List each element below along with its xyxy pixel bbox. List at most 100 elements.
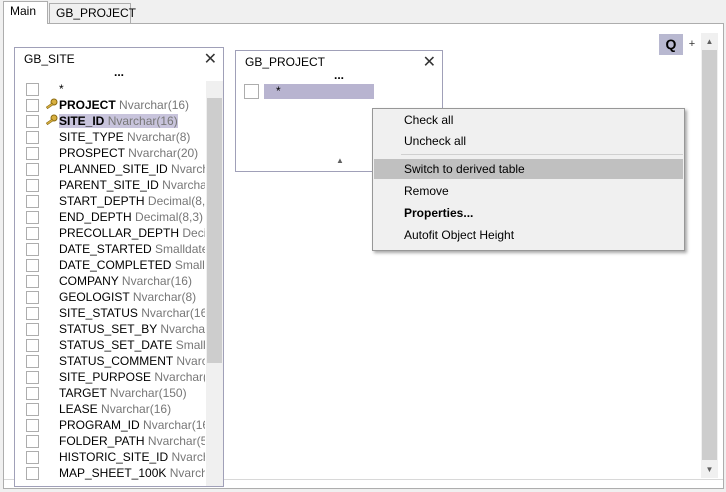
field-type: Smalldat [174, 258, 205, 272]
more-dots[interactable]: ... [15, 65, 223, 79]
field-row[interactable]: PARENT_SITE_ID Nvarchar(1 [15, 177, 205, 193]
field-checkbox[interactable] [26, 275, 39, 288]
field-checkbox[interactable] [244, 84, 259, 99]
field-label: LEASE Nvarchar(16) [59, 402, 171, 416]
field-checkbox[interactable] [26, 115, 39, 128]
field-type: Nvarchar(16) [143, 418, 205, 432]
field-label: * [59, 82, 64, 96]
field-row[interactable]: GEOLOGIST Nvarchar(8) [15, 289, 205, 305]
field-row[interactable]: STATUS_COMMENT Nvarch [15, 353, 205, 369]
field-name: SITE_STATUS [59, 306, 138, 320]
field-row[interactable]: HISTORIC_SITE_ID Nvarchar [15, 449, 205, 465]
field-checkbox[interactable] [26, 99, 39, 112]
tab-bar: Main GB_PROJECT [0, 0, 726, 24]
field-row[interactable]: PROJECT Nvarchar(16) [15, 97, 205, 113]
field-checkbox[interactable] [26, 467, 39, 480]
field-name: START_DEPTH [59, 194, 145, 208]
field-checkbox[interactable] [26, 147, 39, 160]
field-type: Nvarchar(8) [127, 130, 191, 144]
field-checkbox[interactable] [26, 195, 39, 208]
field-name: COMPANY [59, 274, 119, 288]
context-menu: Check all Uncheck all Switch to derived … [372, 108, 685, 251]
field-row[interactable]: SITE_PURPOSE Nvarchar(16) [15, 369, 205, 385]
field-label: FOLDER_PATH Nvarchar(500 [59, 434, 205, 448]
collapse-arrow-icon[interactable]: ▲ [336, 156, 344, 165]
field-name: PLANNED_SITE_ID [59, 162, 168, 176]
field-label: DATE_COMPLETED Smalldat [59, 258, 205, 272]
scroll-down-icon[interactable]: ▼ [701, 461, 718, 478]
field-row[interactable]: SITE_TYPE Nvarchar(8) [15, 129, 205, 145]
field-label: HISTORIC_SITE_ID Nvarchar [59, 450, 205, 464]
field-row[interactable]: END_DEPTH Decimal(8,3) [15, 209, 205, 225]
field-row[interactable]: DATE_STARTED Smalldatetir [15, 241, 205, 257]
field-label: STATUS_SET_BY Nvarchar(1( [59, 322, 205, 336]
field-checkbox[interactable] [26, 211, 39, 224]
field-type: Nvarchar [171, 450, 205, 464]
menu-item-properties[interactable]: Properties... [374, 203, 683, 223]
field-name: PRECOLLAR_DEPTH [59, 226, 180, 240]
field-checkbox[interactable] [26, 451, 39, 464]
field-row[interactable]: * [15, 81, 205, 97]
field-label: PLANNED_SITE_ID Nvarchar [59, 162, 205, 176]
menu-item-switch-to-derived-table[interactable]: Switch to derived table [374, 159, 683, 179]
menu-item-check-all[interactable]: Check all [374, 110, 683, 130]
field-row[interactable]: PRECOLLAR_DEPTH Decima [15, 225, 205, 241]
field-checkbox[interactable] [26, 339, 39, 352]
tab-main[interactable]: Main [3, 1, 48, 24]
field-checkbox[interactable] [26, 259, 39, 272]
field-row[interactable]: FOLDER_PATH Nvarchar(500 [15, 433, 205, 449]
field-type: Nvarch [176, 354, 205, 368]
field-row[interactable]: TARGET Nvarchar(150) [15, 385, 205, 401]
field-checkbox[interactable] [26, 355, 39, 368]
field-row[interactable]: STATUS_SET_BY Nvarchar(1( [15, 321, 205, 337]
scrollbar-thumb[interactable] [702, 50, 717, 460]
canvas-vertical-scrollbar[interactable]: ▲ ▼ [701, 33, 718, 478]
field-checkbox[interactable] [26, 323, 39, 336]
scrollbar-thumb[interactable] [207, 98, 222, 363]
field-row[interactable]: PROSPECT Nvarchar(20) [15, 145, 205, 161]
field-type: Nvarchar(16) [154, 370, 205, 384]
add-button[interactable]: + [685, 34, 699, 55]
field-checkbox[interactable] [26, 163, 39, 176]
field-list-scrollbar[interactable] [206, 81, 223, 486]
field-row[interactable]: PLANNED_SITE_ID Nvarchar [15, 161, 205, 177]
field-row[interactable]: SITE_STATUS Nvarchar(16) [15, 305, 205, 321]
scroll-up-icon[interactable]: ▲ [701, 33, 718, 50]
menu-item-uncheck-all[interactable]: Uncheck all [374, 131, 683, 151]
field-type: Nvarchar(16) [121, 274, 192, 288]
field-checkbox[interactable] [26, 403, 39, 416]
field-row[interactable]: LEASE Nvarchar(16) [15, 401, 205, 417]
field-row[interactable]: START_DEPTH Decimal(8,3) [15, 193, 205, 209]
field-row[interactable]: PROGRAM_ID Nvarchar(16) [15, 417, 205, 433]
query-design-canvas[interactable]: Q + ▲ ▼ GB_SITE ✕ ... * PROJECT Nvarchar(… [3, 23, 724, 489]
field-checkbox[interactable] [26, 419, 39, 432]
field-type: Smalldatetir [155, 242, 205, 256]
field-checkbox[interactable] [26, 179, 39, 192]
field-type: Nvarchar [171, 162, 205, 176]
field-checkbox[interactable] [26, 227, 39, 240]
field-checkbox[interactable] [26, 371, 39, 384]
field-row[interactable]: * [244, 84, 434, 100]
field-row[interactable]: DATE_COMPLETED Smalldat [15, 257, 205, 273]
field-row[interactable]: SITE_ID Nvarchar(16) [15, 113, 205, 129]
field-checkbox[interactable] [26, 243, 39, 256]
field-label: PROJECT Nvarchar(16) [59, 98, 189, 112]
field-checkbox[interactable] [26, 435, 39, 448]
field-checkbox[interactable] [26, 387, 39, 400]
field-label: COMPANY Nvarchar(16) [59, 274, 192, 288]
field-checkbox[interactable] [26, 291, 39, 304]
field-row[interactable]: COMPANY Nvarchar(16) [15, 273, 205, 289]
more-dots[interactable]: ... [236, 68, 442, 82]
field-name: END_DEPTH [59, 210, 132, 224]
field-label: PRECOLLAR_DEPTH Decima [59, 226, 205, 240]
field-checkbox[interactable] [26, 131, 39, 144]
field-row[interactable]: MAP_SHEET_100K Nvarchar [15, 465, 205, 481]
menu-item-autofit-object-height[interactable]: Autofit Object Height [374, 225, 683, 245]
menu-item-remove[interactable]: Remove [374, 181, 683, 201]
field-row[interactable]: STATUS_SET_DATE Smalldat [15, 337, 205, 353]
table-box-gb-site[interactable]: GB_SITE ✕ ... * PROJECT Nvarchar(16) SITE_… [14, 47, 224, 487]
query-button[interactable]: Q [659, 34, 683, 55]
tab-gb-project[interactable]: GB_PROJECT [49, 3, 136, 23]
field-checkbox[interactable] [26, 307, 39, 320]
field-checkbox[interactable] [26, 83, 39, 96]
